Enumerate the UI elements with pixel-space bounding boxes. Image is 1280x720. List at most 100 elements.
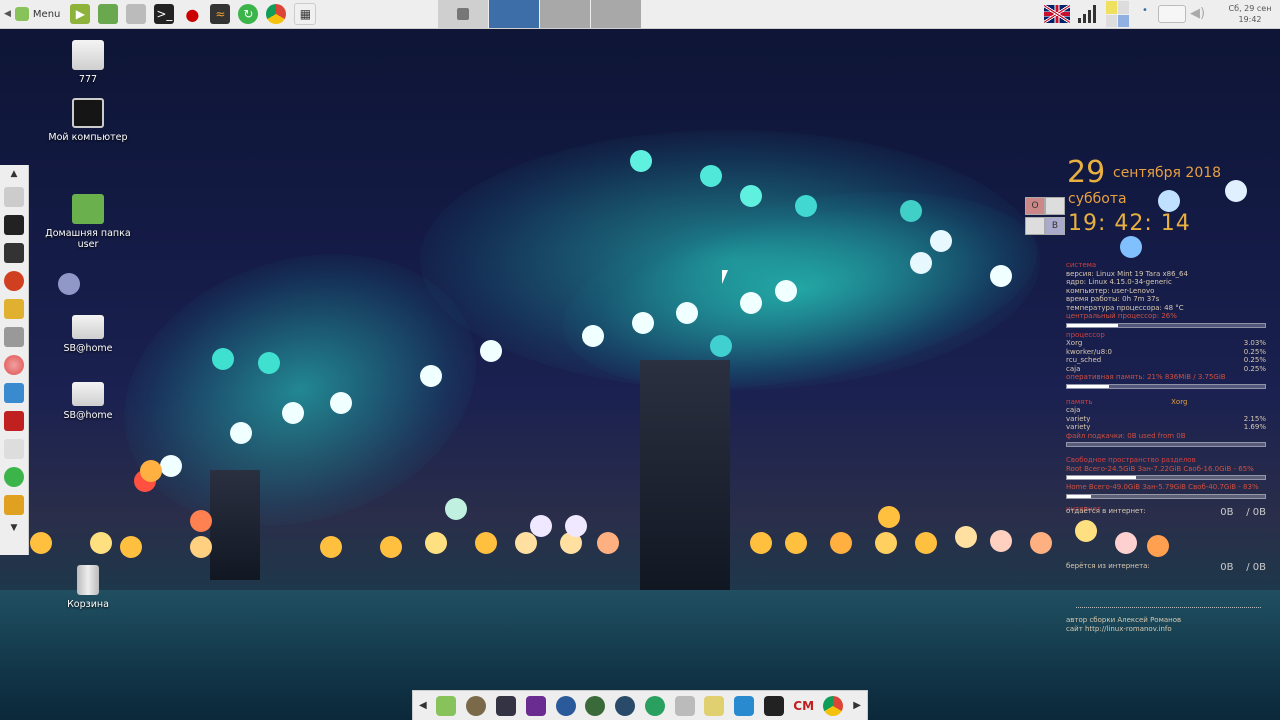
tux-launcher-icon[interactable]	[4, 299, 24, 319]
update-manager-icon[interactable]: ↻	[238, 4, 259, 24]
notification-dots-icon[interactable]: •	[1136, 5, 1154, 23]
disk-header: Свободное пространство разделов	[1066, 456, 1196, 464]
net-down-val2: / 0B	[1246, 562, 1266, 573]
conky-time: 19: 42: 14	[1068, 211, 1191, 236]
text-editor-launcher-icon[interactable]	[4, 411, 24, 431]
cm-dock-icon[interactable]: CM	[793, 696, 814, 716]
terminal-launcher-icon[interactable]	[4, 215, 24, 235]
image-editor-launcher-icon[interactable]	[4, 383, 24, 403]
desktop-icon-home[interactable]: Домашняя папка user	[38, 194, 138, 250]
color-picker-launcher-icon[interactable]	[4, 355, 24, 375]
conky-system-section: система версия: Linux Mint 19 Tara x86_6…	[1066, 261, 1266, 513]
tools-launcher-icon[interactable]	[4, 495, 24, 515]
net-graph	[1076, 595, 1261, 608]
scroll-up-icon[interactable]: ▲	[11, 169, 18, 179]
thunderbird-dock-icon[interactable]	[555, 695, 576, 716]
dock-scroll-right-icon[interactable]: ▶	[853, 700, 861, 711]
camera-dock-icon[interactable]	[466, 695, 487, 716]
network-icon[interactable]	[1158, 5, 1186, 23]
proc-val: 2.15%	[1243, 414, 1266, 423]
desktop-icon-trash[interactable]: Корзина	[38, 565, 138, 610]
mint-menu-dock-icon[interactable]	[436, 695, 457, 716]
net-down-val: 0B	[1220, 562, 1234, 573]
kb-cell: B	[1045, 217, 1065, 235]
desktop-icon-label: Мой компьютер	[48, 132, 128, 143]
chrome-icon[interactable]	[266, 4, 287, 24]
notes-dock-icon[interactable]	[704, 695, 725, 716]
system-tray: • ◀) Сб, 29 сен 19:42	[1044, 0, 1280, 28]
proc-name: variety	[1066, 423, 1091, 431]
proc-row: Xorg 3.03%	[1066, 339, 1266, 348]
update-launcher-icon[interactable]	[4, 467, 24, 487]
terminal-icon[interactable]: >_	[154, 4, 175, 24]
drive-icon	[72, 315, 104, 339]
clock[interactable]: Сб, 29 сен 19:42	[1220, 3, 1280, 25]
system-monitor-icon[interactable]: ≈	[210, 4, 231, 24]
caret-left-icon: ◀	[4, 9, 11, 19]
menu-button[interactable]: ◀ Menu	[0, 0, 66, 28]
scroll-down-icon[interactable]: ▼	[11, 523, 18, 533]
proc-val: 0.25%	[1243, 347, 1266, 356]
audio-dock-icon[interactable]	[525, 695, 546, 716]
system-monitor-launcher-icon[interactable]	[4, 243, 24, 263]
site-line: сайт http://linux-romanov.info	[1066, 624, 1172, 633]
keyboard-layout-indicator-icon[interactable]	[1106, 1, 1130, 27]
ram-bar	[1066, 383, 1266, 389]
desktop-icon-network-drive-2[interactable]: SB@home	[38, 382, 138, 421]
swap-line: файл подкачки: 0B used from 0B	[1066, 431, 1186, 440]
archive-launcher-icon[interactable]	[4, 187, 24, 207]
refresh-dock-icon[interactable]	[644, 695, 665, 716]
window-button-3[interactable]	[540, 0, 591, 28]
kb-cell: O	[1025, 197, 1045, 215]
mem-proc-row: caja	[1066, 406, 1266, 415]
signal-bars-icon[interactable]	[1078, 5, 1098, 23]
volume-icon[interactable]: ◀)	[1190, 6, 1212, 22]
media-player-icon[interactable]: ▶	[70, 4, 91, 24]
ram-bar-fill	[1067, 384, 1109, 388]
home-line: Home Всего-49.0GiB Зан-5.79GiB Своб-40.7…	[1066, 483, 1259, 491]
ram-line: оперативная память: 21% 836MiB / 3.75GiB	[1066, 373, 1226, 381]
chrome-dock-icon[interactable]	[823, 695, 844, 716]
uk-flag-icon[interactable]	[1044, 5, 1070, 23]
chart-dock-icon[interactable]	[734, 695, 755, 716]
archive-icon[interactable]	[126, 4, 147, 24]
proc-val: 0.25%	[1243, 356, 1266, 364]
system-line: версия: Linux Mint 19 Tara x86_64	[1066, 269, 1188, 278]
net-down-values: 0B / 0B	[1220, 562, 1266, 573]
desktop-icon-network-drive-1[interactable]: SB@home	[38, 315, 138, 354]
net-download-row: берётся из интернета: 0B / 0B	[1066, 562, 1266, 573]
kb-cell	[1025, 217, 1045, 235]
monitor-dock-icon[interactable]	[763, 695, 784, 716]
net-down-label: берётся из интернета:	[1066, 562, 1150, 570]
desktop-icon-computer[interactable]: Мой компьютер	[38, 98, 138, 143]
usb-creator-launcher-icon[interactable]	[4, 439, 24, 459]
cherrytree-icon[interactable]: ●	[182, 4, 202, 24]
desktop-icon-usb[interactable]: 777	[38, 40, 138, 85]
monitor-icon	[72, 98, 104, 128]
home-bar-fill	[1067, 494, 1091, 498]
left-launcher-panel: ▲ ▼	[0, 165, 29, 555]
video-editor-dock-icon[interactable]	[496, 695, 516, 716]
proc-row: kworker/u8:0 0.25%	[1066, 348, 1266, 357]
desktop-icon-label: Домашняя папка user	[45, 228, 131, 250]
home-bar	[1066, 493, 1266, 499]
clock-dock-icon[interactable]	[615, 695, 636, 716]
desktop-icon-label: 777	[78, 74, 98, 85]
dock-scroll-left-icon[interactable]: ◀	[419, 700, 427, 711]
software-manager-icon[interactable]: ▦	[294, 3, 317, 25]
keyboard-indicator-grid: O B	[1025, 197, 1065, 235]
calculator-launcher-icon[interactable]	[4, 327, 24, 347]
author-line: автор сборки Алексей Романов	[1066, 616, 1182, 624]
window-button-4[interactable]	[591, 0, 642, 28]
proc-name: rcu_sched	[1066, 356, 1102, 364]
globe-dock-icon[interactable]	[585, 695, 606, 716]
window-button-1[interactable]	[438, 0, 489, 28]
game-launcher-icon[interactable]	[4, 271, 24, 291]
conky-weekday: суббота	[1068, 191, 1127, 207]
cpu-header-row: процессор	[1066, 331, 1266, 340]
proc-name: Xorg	[1066, 339, 1083, 347]
clock-time: 19:42	[1238, 15, 1262, 24]
archive-dock-icon[interactable]	[674, 695, 695, 716]
window-button-2[interactable]	[489, 0, 540, 28]
image-viewer-icon[interactable]	[98, 4, 119, 24]
